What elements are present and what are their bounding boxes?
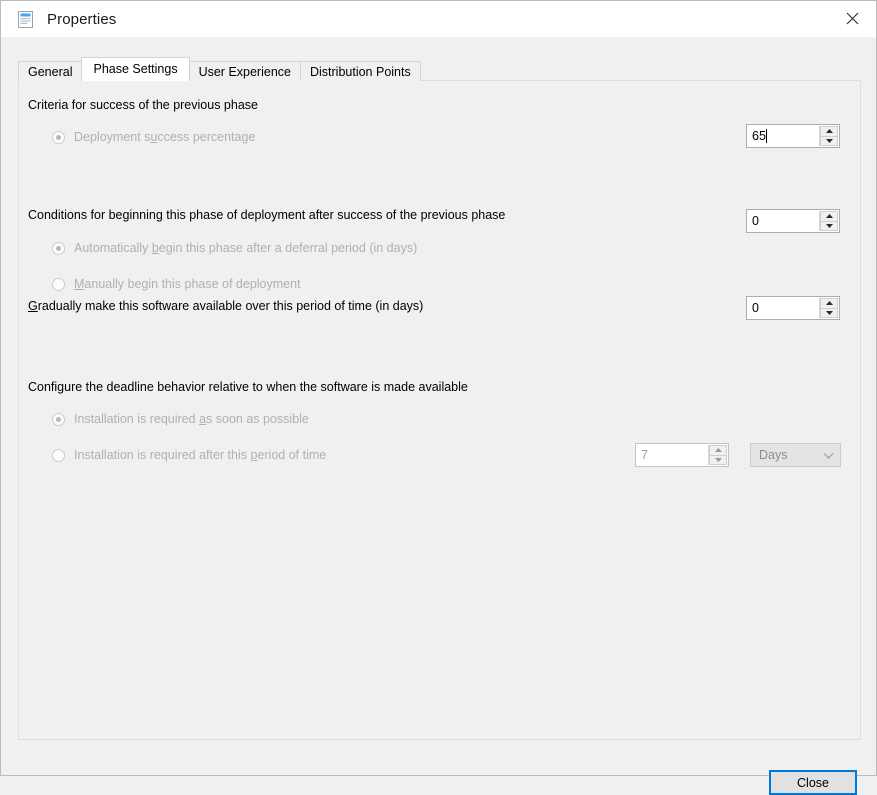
dropdown-selected-value: Days bbox=[759, 448, 788, 462]
radio-indicator bbox=[52, 277, 65, 291]
radio-label: Installation is required after this peri… bbox=[74, 448, 327, 462]
radio-manually-begin-phase[interactable]: Manually begin this phase of deployment bbox=[52, 277, 301, 291]
stepper-increment-button[interactable] bbox=[820, 211, 838, 221]
stepper-value: 7 bbox=[641, 448, 648, 462]
radio-indicator bbox=[52, 241, 65, 255]
criteria-section-header: Criteria for success of the previous pha… bbox=[28, 98, 258, 112]
radio-deployment-success-percentage[interactable]: Deployment success percentage bbox=[52, 130, 255, 144]
properties-document-icon bbox=[17, 10, 34, 28]
stepper-buttons bbox=[819, 298, 838, 318]
radio-install-after-period[interactable]: Installation is required after this peri… bbox=[52, 448, 326, 462]
gradual-rollout-label: Gradually make this software available o… bbox=[28, 299, 424, 313]
gradual-rollout-period-stepper[interactable]: 0 bbox=[746, 296, 840, 320]
conditions-section-header: Conditions for beginning this phase of d… bbox=[28, 208, 506, 222]
stepper-value[interactable]: 65 bbox=[747, 125, 819, 147]
chevron-down-icon bbox=[816, 452, 840, 459]
radio-indicator bbox=[52, 412, 65, 426]
radio-automatically-begin-phase[interactable]: Automatically begin this phase after a d… bbox=[52, 241, 417, 255]
radio-indicator bbox=[52, 448, 65, 462]
stepper-increment-button[interactable] bbox=[820, 126, 838, 136]
deadline-unit-dropdown: Days bbox=[750, 443, 841, 467]
radio-install-asap[interactable]: Installation is required as soon as poss… bbox=[52, 412, 309, 426]
deployment-success-percentage-stepper[interactable]: 65 bbox=[746, 124, 840, 148]
tab-distribution-points[interactable]: Distribution Points bbox=[299, 61, 421, 81]
close-icon[interactable] bbox=[829, 1, 875, 35]
dialog-body: General Phase Settings User Experience D… bbox=[1, 37, 876, 795]
deadline-period-stepper: 7 bbox=[635, 443, 729, 467]
deferral-period-stepper[interactable]: 0 bbox=[746, 209, 840, 233]
tab-strip: General Phase Settings User Experience D… bbox=[18, 57, 421, 81]
stepper-decrement-button[interactable] bbox=[820, 220, 838, 231]
radio-label: Manually begin this phase of deployment bbox=[74, 277, 301, 291]
radio-indicator bbox=[52, 130, 65, 144]
stepper-decrement-button bbox=[709, 454, 727, 465]
tab-phase-settings[interactable]: Phase Settings bbox=[81, 57, 190, 81]
properties-dialog-window: Properties General Phase Settings User E… bbox=[0, 0, 877, 795]
radio-label: Installation is required as soon as poss… bbox=[74, 412, 309, 426]
stepper-decrement-button[interactable] bbox=[820, 307, 838, 318]
stepper-increment-button bbox=[709, 445, 727, 455]
title-bar: Properties bbox=[1, 1, 876, 37]
window-title: Properties bbox=[47, 10, 117, 28]
stepper-value[interactable]: 0 bbox=[747, 210, 819, 232]
radio-label: Deployment success percentage bbox=[74, 130, 256, 144]
stepper-increment-button[interactable] bbox=[820, 298, 838, 308]
stepper-decrement-button[interactable] bbox=[820, 135, 838, 146]
stepper-buttons bbox=[708, 445, 727, 465]
radio-label: Automatically begin this phase after a d… bbox=[74, 241, 418, 255]
stepper-value[interactable]: 0 bbox=[747, 297, 819, 319]
tab-control: General Phase Settings User Experience D… bbox=[18, 57, 861, 740]
deadline-section-header: Configure the deadline behavior relative… bbox=[28, 380, 468, 394]
tab-user-experience[interactable]: User Experience bbox=[188, 61, 301, 81]
stepper-buttons bbox=[819, 126, 838, 146]
tab-panel-phase-settings: Criteria for success of the previous pha… bbox=[18, 80, 861, 740]
tab-general[interactable]: General bbox=[18, 61, 83, 81]
stepper-buttons bbox=[819, 211, 838, 231]
close-button[interactable]: Close bbox=[769, 770, 857, 795]
